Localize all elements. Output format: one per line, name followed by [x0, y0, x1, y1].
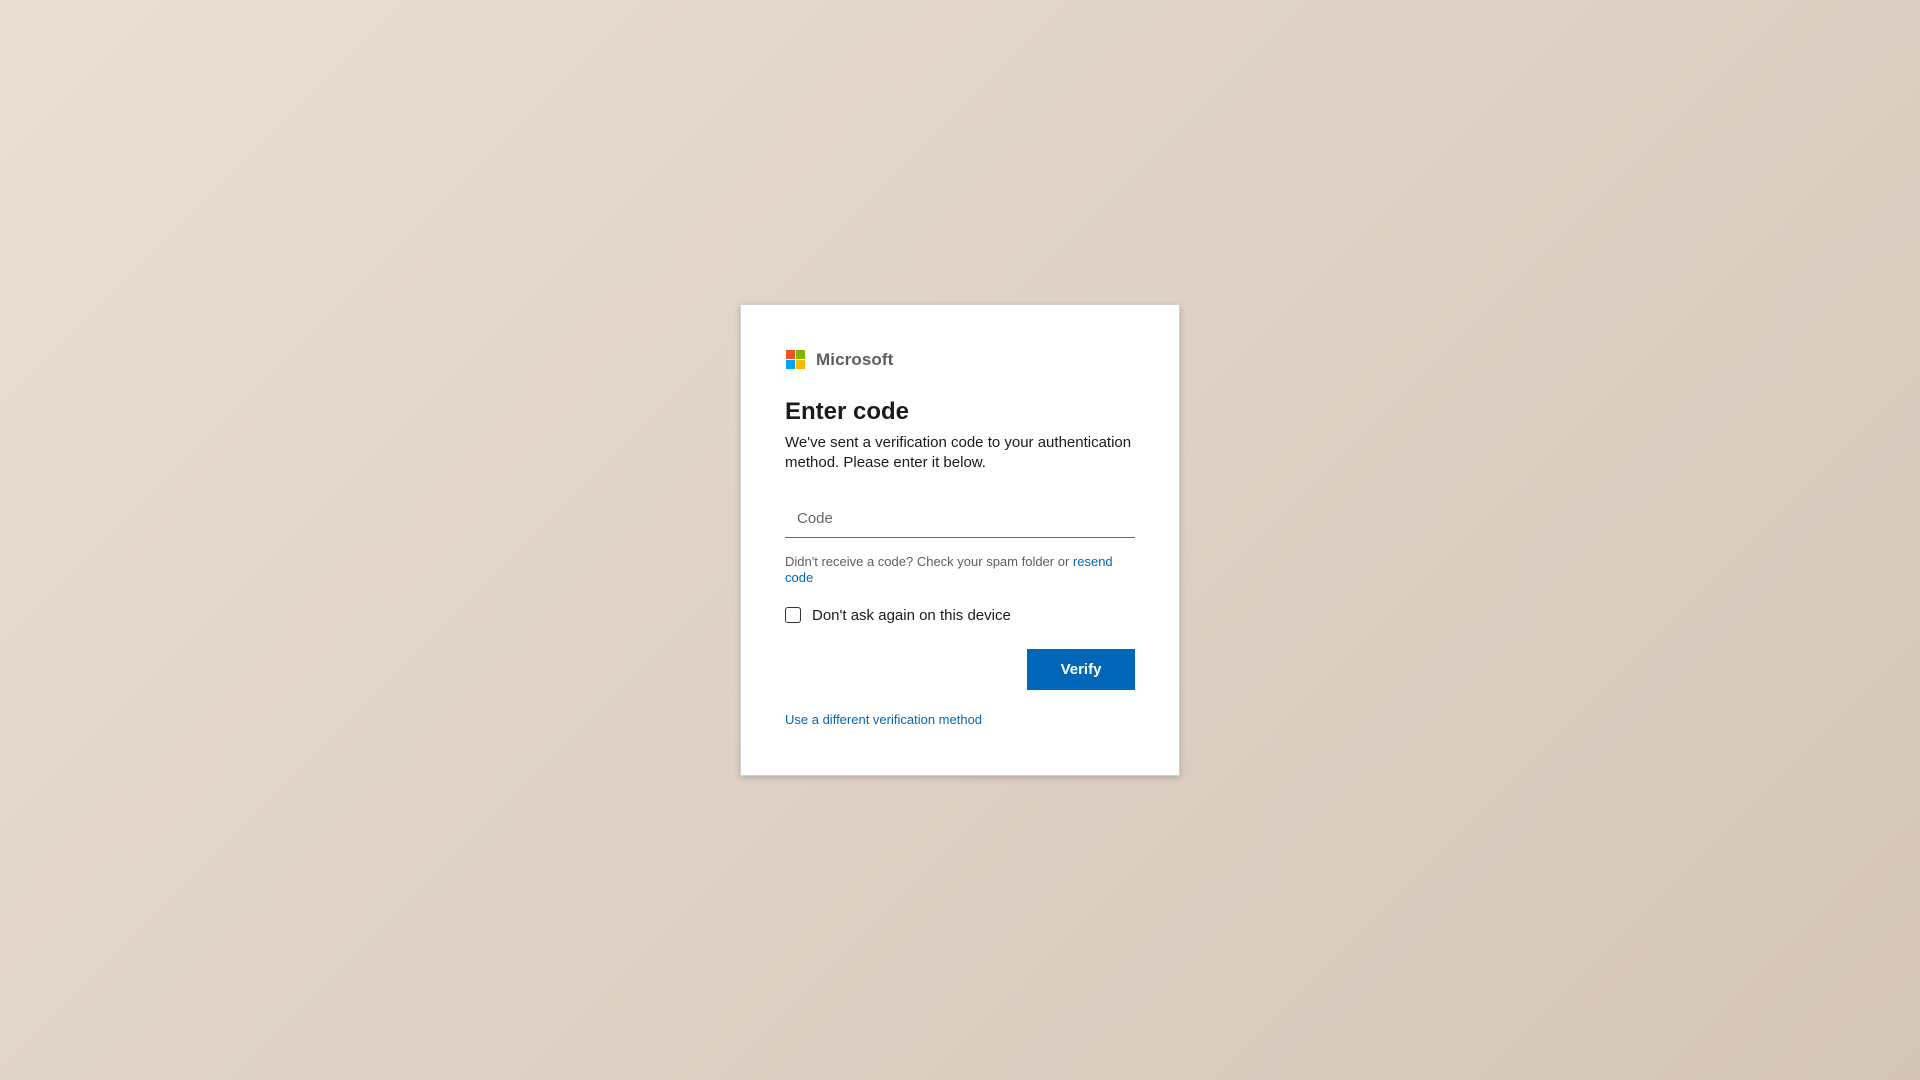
microsoft-logo-icon	[786, 350, 806, 370]
resend-hint-text: Didn't receive a code? Check your spam f…	[785, 554, 1073, 569]
signin-card: Microsoft Enter code We've sent a verifi…	[740, 304, 1180, 776]
page-description: We've sent a verification code to your a…	[785, 434, 1132, 471]
brand-header: Microsoft	[785, 349, 1135, 371]
alt-method-row: Use a different verification method	[785, 712, 1135, 727]
code-field	[785, 501, 1135, 538]
brand-name: Microsoft	[816, 350, 894, 369]
remember-device-row: Don't ask again on this device	[785, 605, 1135, 625]
page-title: Enter code	[785, 398, 910, 425]
verify-button[interactable]: Verify	[1027, 649, 1135, 690]
actions-row: Verify	[785, 649, 1135, 690]
different-method-link[interactable]: Use a different verification method	[785, 712, 982, 727]
remember-device-label[interactable]: Don't ask again on this device	[812, 607, 1011, 624]
code-input[interactable]	[785, 501, 1135, 535]
remember-device-checkbox[interactable]	[785, 607, 801, 623]
resend-hint: Didn't receive a code? Check your spam f…	[785, 554, 1135, 586]
